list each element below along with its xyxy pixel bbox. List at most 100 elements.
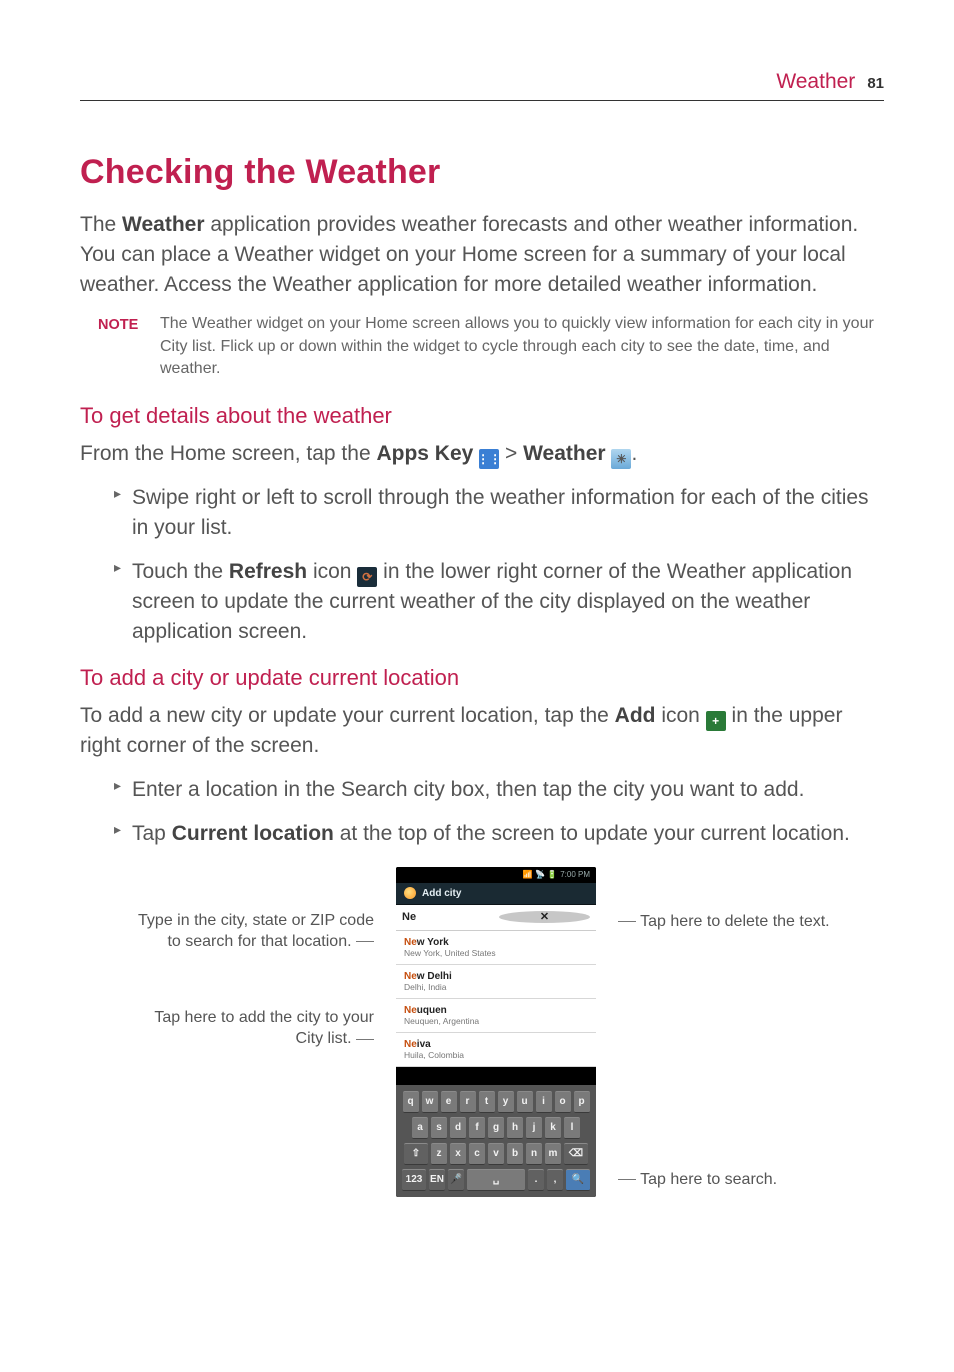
status-icons: 📶 📡 🔋 [523,870,557,879]
search-result[interactable]: Neuquen Neuquen, Argentina [396,999,596,1033]
search-result[interactable]: Neiva Huila, Colombia [396,1033,596,1067]
kb-row: 123 EN 🎤 ␣ . , 🔍 [400,1169,592,1191]
key[interactable]: q [403,1091,419,1113]
details-bullet-list: Swipe right or left to scroll through th… [114,483,884,647]
page-title: Checking the Weather [80,153,884,192]
keyboard[interactable]: q w e r t y u i o p a s d f g h j k l [396,1085,596,1197]
bul2-pre: Touch the [132,560,229,583]
result-match: Ne [404,1039,417,1050]
key[interactable]: m [545,1143,561,1165]
note-text: The Weather widget on your Home screen a… [160,313,884,380]
search-result[interactable]: New York New York, United States [396,931,596,965]
sub1-pre: From the Home screen, tap the [80,442,376,465]
key[interactable]: , [547,1169,563,1191]
key[interactable]: f [469,1117,485,1139]
note-block: NOTE The Weather widget on your Home scr… [98,313,884,380]
header-divider [80,100,884,101]
weather-icon: ☀ [611,449,631,469]
leader-line [618,921,636,922]
key[interactable]: j [526,1117,542,1139]
key[interactable]: u [517,1091,533,1113]
key[interactable]: w [422,1091,438,1113]
result-sub: Huila, Colombia [404,1050,588,1060]
key[interactable]: r [460,1091,476,1113]
key[interactable]: s [431,1117,447,1139]
result-rest: iva [417,1039,431,1050]
result-match: Ne [404,1005,417,1016]
key[interactable]: z [431,1143,447,1165]
callout-left-addcity: Tap here to add the city to your City li… [126,1008,374,1050]
key[interactable]: h [507,1117,523,1139]
add-label: Add [615,704,656,727]
status-time: 7:00 PM [560,870,590,879]
clear-text-icon[interactable]: ✕ [499,911,590,923]
result-rest: w York [417,937,449,948]
note-label: NOTE [98,313,142,380]
subhead-add-city: To add a city or update current location [80,665,884,691]
header-section-name: Weather [776,70,855,94]
sub2-instruction: To add a new city or update your current… [80,701,884,761]
key[interactable]: y [498,1091,514,1113]
result-rest: uquen [417,1005,447,1016]
title-weather-icon [404,887,416,899]
subhead-get-details: To get details about the weather [80,403,884,429]
callout-text: Tap here to search. [640,1171,777,1188]
refresh-icon: ⟳ [357,567,377,587]
key-mic[interactable]: 🎤 [448,1169,464,1191]
search-input[interactable]: Ne [402,911,493,923]
key[interactable]: v [488,1143,504,1165]
apps-key-label: Apps Key [376,442,473,465]
result-match: Ne [404,937,417,948]
key[interactable]: b [507,1143,523,1165]
figure: Type in the city, state or ZIP code to s… [80,867,884,1197]
callout-text: Tap here to delete the text. [640,913,829,930]
status-bar: 📶 📡 🔋 7:00 PM [396,867,596,883]
key[interactable]: l [564,1117,580,1139]
apps-key-icon: ⋮⋮ [479,449,499,469]
page-header: Weather 81 [80,70,884,94]
key[interactable]: p [574,1091,590,1113]
add-city-bullet-list: Enter a location in the Search city box,… [114,775,884,849]
search-row[interactable]: Ne ✕ [396,905,596,931]
list-item: Touch the Refresh icon ⟳ in the lower ri… [114,557,884,647]
key-backspace[interactable]: ⌫ [564,1143,588,1165]
result-sub: Neuquen, Argentina [404,1016,588,1026]
result-match: Ne [404,971,417,982]
result-rest: w Delhi [417,971,452,982]
list-item: Enter a location in the Search city box,… [114,775,884,805]
current-location-label: Current location [172,822,334,845]
key[interactable]: . [528,1169,544,1191]
sub1-instruction: From the Home screen, tap the Apps Key ⋮… [80,439,884,470]
sub1-period: . [631,442,637,465]
bul4-rest: at the top of the screen to update your … [334,822,850,845]
key-lang[interactable]: EN [429,1169,445,1191]
key-space[interactable]: ␣ [467,1169,525,1191]
screen-titlebar: Add city [396,883,596,905]
key-search[interactable]: 🔍 [566,1169,590,1191]
key[interactable]: t [479,1091,495,1113]
key-numbers[interactable]: 123 [402,1169,426,1191]
callout-right-delete: Tap here to delete the text. [618,913,838,931]
list-item: Swipe right or left to scroll through th… [114,483,884,543]
key[interactable]: d [450,1117,466,1139]
phone-screenshot: 📶 📡 🔋 7:00 PM Add city Ne ✕ New York New… [396,867,596,1197]
intro-paragraph: The Weather application provides weather… [80,210,884,299]
key[interactable]: c [469,1143,485,1165]
callout-text: Type in the city, state or ZIP code to s… [138,912,374,950]
titlebar-text: Add city [422,888,461,899]
sub2-pre: To add a new city or update your current… [80,704,615,727]
key[interactable]: g [488,1117,504,1139]
callout-text: Tap here to add the city to your City li… [154,1009,374,1047]
key[interactable]: k [545,1117,561,1139]
key[interactable]: i [536,1091,552,1113]
search-result[interactable]: New Delhi Delhi, India [396,965,596,999]
result-sub: Delhi, India [404,982,588,992]
key[interactable]: a [412,1117,428,1139]
key[interactable]: n [526,1143,542,1165]
key[interactable]: o [555,1091,571,1113]
add-icon: + [706,711,726,731]
key-shift[interactable]: ⇧ [404,1143,428,1165]
intro-bold: Weather [122,213,204,236]
key[interactable]: e [441,1091,457,1113]
key[interactable]: x [450,1143,466,1165]
